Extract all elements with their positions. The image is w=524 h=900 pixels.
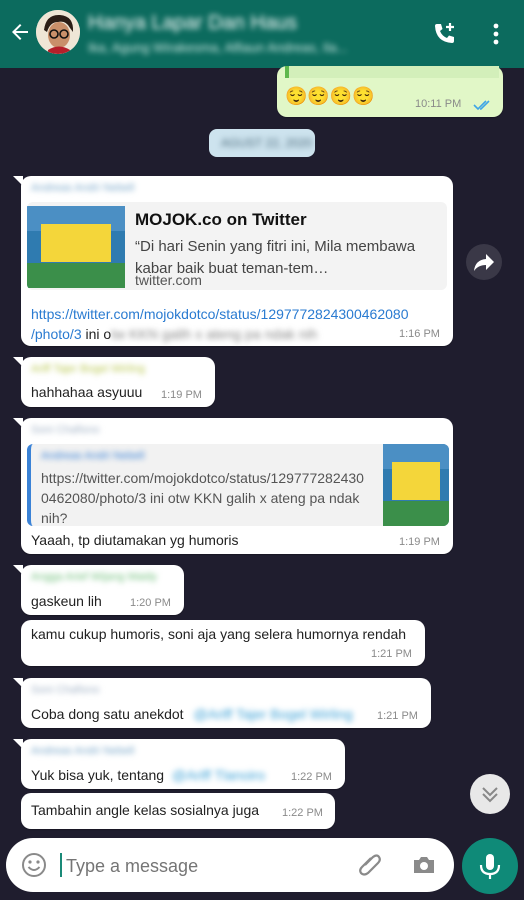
mention[interactable]: @Ariff Tajer Bogel Wirling [193,706,352,722]
text-after-link: ini o [81,326,112,342]
text-cursor [60,853,62,877]
message[interactable]: Ariff Tajer Bogel Wirling hahhahaa asyuu… [13,357,215,407]
message[interactable]: Tambahin angle kelas sosialnya juga 1:22… [21,793,335,829]
link-thumbnail [27,206,125,288]
message-text: Yuk bisa yuk, tentang @Ariff Tlanoiro [31,767,265,783]
message[interactable]: Angga Arief Wijang Maidy gaskeun lih 1:2… [13,565,184,615]
more-vert-icon[interactable] [490,20,502,48]
add-call-icon[interactable] [430,20,458,48]
date-chip-label: AGUST 22, 2020 [221,136,313,150]
forward-icon [474,254,494,271]
message-text: Coba dong satu anekdot @Ariff Tajer Boge… [31,706,353,722]
link-preview-card[interactable]: MOJOK.co on Twitter “Di hari Senin yang … [27,202,447,290]
link-domain: twitter.com [135,272,202,288]
app-bar: Hanya Lapar Dan Haus Ika, Agung Wirakesm… [0,0,524,68]
message-time: 1:19 PM [399,536,440,548]
date-chip: AGUST 22, 2020 [209,129,315,157]
message-reply[interactable]: Soni Chafisno Andreas Andri Nebell https… [13,418,453,554]
message-time: 1:21 PM [371,648,412,660]
double-check-icon [473,100,490,111]
mic-icon [479,854,501,879]
camera-icon[interactable] [410,851,438,879]
message-input-bar [6,838,454,892]
message-time: 1:20 PM [130,597,171,609]
sender-name[interactable]: Soni Chafisno [31,424,100,436]
url-link[interactable]: https://twitter.com/mojokdotco/status/12… [31,306,408,322]
chevron-down-icon [482,787,498,803]
message-text: gaskeun lih [31,593,102,609]
mention[interactable]: @Ariff Tlanoiro [172,767,265,783]
attach-icon[interactable] [356,851,384,879]
scroll-to-bottom-button[interactable] [470,774,510,814]
message-time: 1:19 PM [161,389,202,401]
message-body: Coba dong satu anekdot [31,706,184,722]
message-body: Yuk bisa yuk, tentang [31,767,165,783]
link-title: MOJOK.co on Twitter [135,210,307,229]
message-input[interactable] [64,852,348,880]
chat-participants[interactable]: Ika, Agung Wirakesma, Alfiaun Andreas, I… [88,40,347,55]
outgoing-message[interactable]: 😌😌😌😌 10:11 PM [277,66,503,117]
voice-record-button[interactable] [462,838,518,894]
message-text: https://twitter.com/mojokdotco/status/12… [31,304,451,344]
quote-thumbnail [383,444,449,526]
message-text: Tambahin angle kelas sosialnya juga [31,802,260,818]
sender-name[interactable]: Ariff Tajer Bogel Wirling [31,363,145,375]
message-time: 1:22 PM [282,807,323,819]
message-time: 1:22 PM [291,771,332,783]
blurred-text: tw KKN galih x ateng pa ndak nih [111,326,318,342]
emoji-text: 😌😌😌😌 [285,86,375,106]
message-link-preview[interactable]: Andreas Andri Nebell MOJOK.co on Twitter… [13,176,453,346]
message[interactable]: Soni Chafisno Coba dong satu anekdot @Ar… [13,678,431,728]
sender-name[interactable]: Soni Chafisno [31,684,100,696]
quote-sender: Andreas Andri Nebell [41,450,145,462]
message-text: Yaaah, tp diutamakan yg humoris [31,532,239,548]
message-text: kamu cukup humoris, soni aja yang selera… [31,626,407,642]
message-time: 10:11 PM [415,98,462,110]
message-text: hahhahaa asyuuu [31,384,143,400]
quote-text: https://twitter.com/mojokdotco/status/12… [41,470,364,526]
message[interactable]: Andreas Andri Nebell Yuk bisa yuk, tenta… [13,739,345,789]
avatar[interactable] [36,10,80,54]
back-arrow-icon[interactable] [8,20,32,44]
quoted-message[interactable]: Andreas Andri Nebell https://twitter.com… [27,444,449,526]
sender-name[interactable]: Angga Arief Wijang Maidy [31,571,157,583]
chat-title[interactable]: Hanya Lapar Dan Haus [88,12,297,35]
message-time: 1:21 PM [377,710,418,722]
sender-name[interactable]: Andreas Andri Nebell [31,182,134,194]
message-time: 1:16 PM [399,328,440,340]
message[interactable]: kamu cukup humoris, soni aja yang selera… [21,620,425,666]
forward-button[interactable] [466,244,502,280]
url-link-cont[interactable]: /photo/3 [31,326,82,342]
sender-name[interactable]: Andreas Andri Nebell [31,745,134,757]
emoji-icon[interactable] [20,851,48,879]
bubble-tail [13,176,23,186]
